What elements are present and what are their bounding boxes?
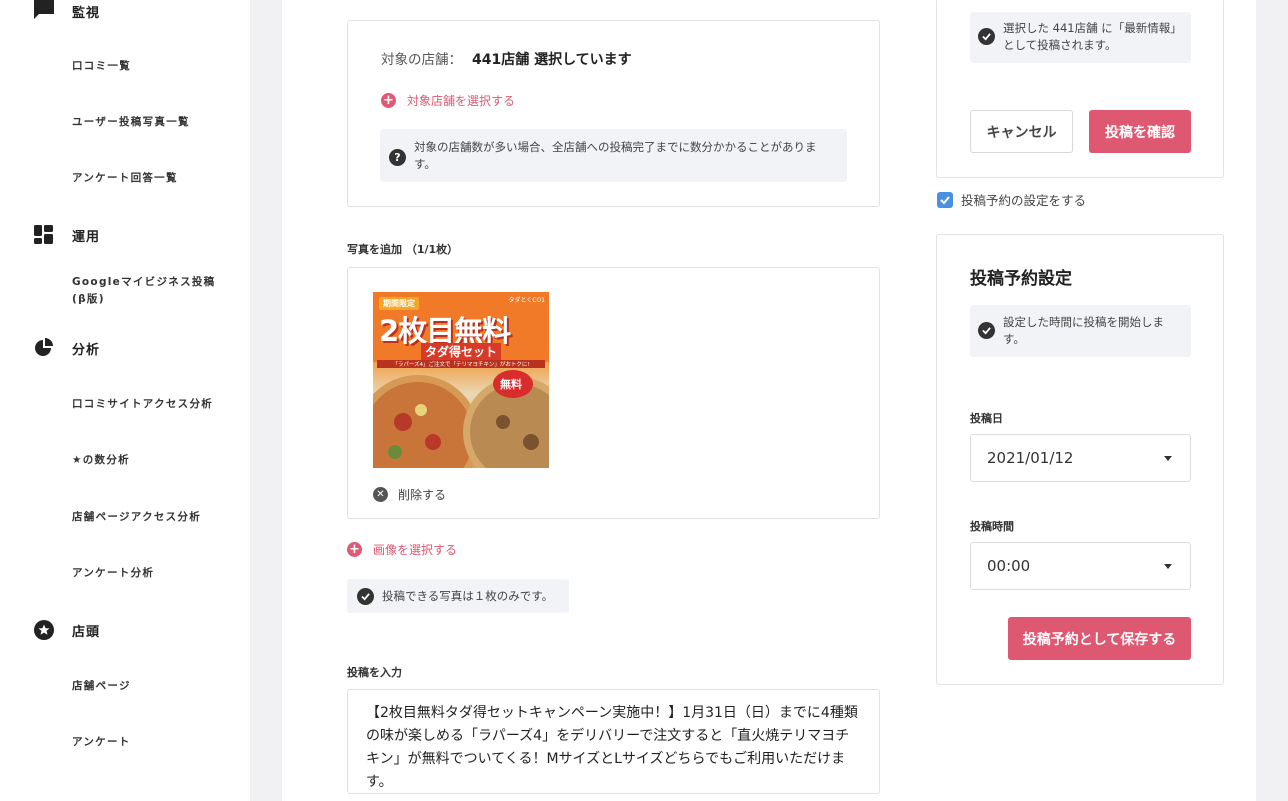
cancel-button[interactable]: キャンセル xyxy=(970,110,1073,153)
checkmark-icon xyxy=(940,195,950,204)
target-stores-card: 対象の店舗： 441店舗 選択しています + 対象店舗を選択する ? 対象の店舗… xyxy=(347,20,880,207)
promo-corner-text: タダとくCO1 xyxy=(508,297,545,304)
sidebar-section-label: 監視 xyxy=(72,5,101,21)
actions-panel: 選択した 441店舗 に「最新情報」として投稿されます。 キャンセル 投稿を確認… xyxy=(912,0,1256,801)
plus-circle-icon: + xyxy=(347,542,362,557)
photo-card: 期間限定 タダとくCO1 2枚目無料 タダ得セット 「ラパーズ4」ご注文で「テリ… xyxy=(347,267,880,519)
select-stores-link[interactable]: + 対象店舗を選択する xyxy=(381,92,515,109)
check-circle-icon xyxy=(978,28,995,45)
target-stores-label: 対象の店舗： xyxy=(381,52,462,68)
sidebar-section-storefront[interactable]: 店頭 xyxy=(33,619,100,641)
select-stores-label: 対象店舗を選択する xyxy=(407,94,516,108)
comment-icon xyxy=(33,0,55,22)
post-date-label: 投稿日 xyxy=(970,412,1003,425)
plus-circle-icon: + xyxy=(381,93,396,108)
pie-chart-icon xyxy=(33,337,55,359)
schedule-title: 投稿予約設定 xyxy=(970,269,1072,289)
sidebar-item-survey-analysis[interactable]: アンケート分析 xyxy=(72,565,154,582)
schedule-note: 設定した時間に投稿を開始します。 xyxy=(970,305,1191,357)
post-time-value: 00:00 xyxy=(987,557,1031,575)
schedule-checkbox[interactable] xyxy=(937,191,953,208)
check-circle-icon xyxy=(978,322,995,339)
stores-info-text: 対象の店舗数が多い場合、全店舗への投稿完了までに数分かかることがあります。 xyxy=(414,140,817,171)
sidebar-section-analytics[interactable]: 分析 xyxy=(33,337,100,359)
sidebar-section-monitoring[interactable]: 監視 xyxy=(33,0,100,22)
sidebar-item-reviews[interactable]: 口コミ一覧 xyxy=(72,58,131,75)
promo-subhead: タダ得セット xyxy=(421,343,502,360)
sidebar-item-store-page-access[interactable]: 店舗ページアクセス分析 xyxy=(72,509,201,526)
sidebar-section-label: 店頭 xyxy=(72,624,101,640)
question-icon: ? xyxy=(389,149,406,166)
sidebar: 監視 口コミ一覧 ユーザー投稿写真一覧 アンケート回答一覧 運用 Googleマ… xyxy=(0,0,250,801)
select-image-label: 画像を選択する xyxy=(373,543,458,557)
target-stores-count: 441店舗 選択しています xyxy=(472,52,632,68)
sidebar-item-survey[interactable]: アンケート xyxy=(72,734,131,751)
confirm-post-button[interactable]: 投稿を確認 xyxy=(1089,110,1191,153)
close-icon: ✕ xyxy=(373,487,388,502)
sidebar-item-user-photos[interactable]: ユーザー投稿写真一覧 xyxy=(72,114,190,131)
sidebar-item-gmb-posts[interactable]: Googleマイビジネス投稿 (β版) xyxy=(72,274,215,308)
check-circle-icon xyxy=(357,587,374,605)
caret-down-icon xyxy=(1164,563,1172,569)
sidebar-section-operations[interactable]: 運用 xyxy=(33,224,100,246)
promo-caption: 「ラパーズ4」ご注文で「テリマヨチキン」がおトクに! xyxy=(377,360,545,368)
post-time-select[interactable]: 00:00 xyxy=(970,542,1191,590)
caret-down-icon xyxy=(1164,455,1172,461)
delete-photo-label: 削除する xyxy=(398,488,447,502)
schedule-card: 投稿予約設定 設定した時間に投稿を開始します。 投稿日 2021/01/12 投… xyxy=(936,234,1224,685)
dashboard-icon xyxy=(33,224,55,246)
confirm-note: 選択した 441店舗 に「最新情報」として投稿されます。 xyxy=(970,12,1191,63)
schedule-checkbox-label: 投稿予約の設定をする xyxy=(961,193,1087,208)
stores-info-note: ? 対象の店舗数が多い場合、全店舗への投稿完了までに数分かかることがあります。 xyxy=(380,129,847,182)
sidebar-section-label: 分析 xyxy=(72,342,101,358)
photo-limit-text: 投稿できる写真は１枚のみです。 xyxy=(382,588,554,603)
post-time-label: 投稿時間 xyxy=(970,520,1014,533)
star-badge-icon xyxy=(33,619,55,641)
confirm-card: 選択した 441店舗 に「最新情報」として投稿されます。 キャンセル 投稿を確認 xyxy=(936,0,1224,178)
post-date-select[interactable]: 2021/01/12 xyxy=(970,434,1191,482)
schedule-note-text: 設定した時間に投稿を開始します。 xyxy=(1003,315,1164,346)
sidebar-section-label: 運用 xyxy=(72,229,101,245)
post-input-label: 投稿を入力 xyxy=(347,666,402,679)
post-form-panel: 対象の店舗： 441店舗 選択しています + 対象店舗を選択する ? 対象の店舗… xyxy=(282,0,912,801)
sidebar-item-survey-answers[interactable]: アンケート回答一覧 xyxy=(72,170,178,187)
post-date-value: 2021/01/12 xyxy=(987,449,1074,467)
select-image-link[interactable]: + 画像を選択する xyxy=(347,541,457,558)
confirm-note-text: 選択した 441店舗 に「最新情報」として投稿されます。 xyxy=(1003,21,1177,52)
sidebar-item-site-access[interactable]: 口コミサイトアクセス分析 xyxy=(72,396,213,413)
add-photo-label: 写真を追加 （1/1枚） xyxy=(347,243,459,256)
promo-stamp: 無料 xyxy=(500,378,522,391)
sidebar-item-star-analysis[interactable]: ★の数分析 xyxy=(72,452,130,469)
post-textarea[interactable]: 【2枚目無料タダ得セットキャンペーン実施中！】1月31日（日）までに4種類の味が… xyxy=(347,689,880,794)
photo-limit-note: 投稿できる写真は１枚のみです。 xyxy=(347,579,569,613)
sidebar-item-store-page[interactable]: 店舗ページ xyxy=(72,678,131,695)
delete-photo-button[interactable]: ✕ 削除する xyxy=(373,486,446,503)
target-stores-summary: 対象の店舗： 441店舗 選択しています xyxy=(381,48,632,69)
promo-image: 期間限定 タダとくCO1 2枚目無料 タダ得セット 「ラパーズ4」ご注文で「テリ… xyxy=(373,292,549,468)
schedule-toggle[interactable]: 投稿予約の設定をする xyxy=(937,190,1086,209)
save-schedule-button[interactable]: 投稿予約として保存する xyxy=(1008,617,1191,660)
